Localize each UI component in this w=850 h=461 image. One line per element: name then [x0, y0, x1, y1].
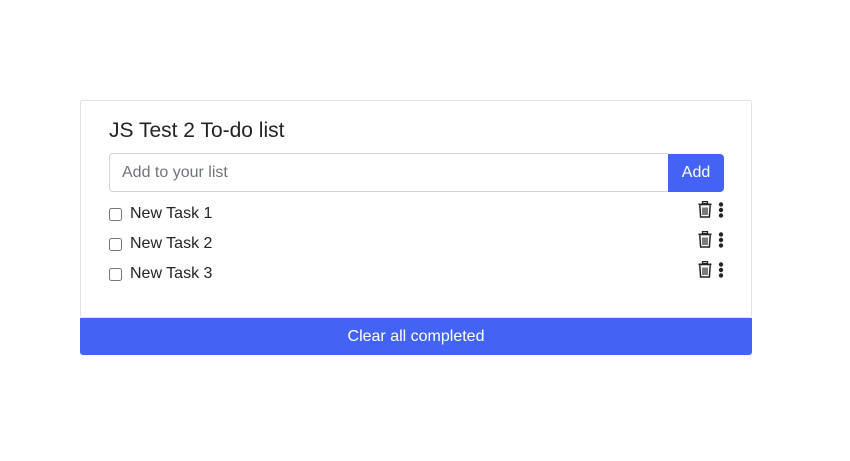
task-actions: [698, 261, 724, 278]
task-checkbox[interactable]: [109, 207, 122, 221]
more-vertical-icon[interactable]: [718, 261, 724, 278]
task-item: New Task 3: [109, 259, 724, 289]
task-item: New Task 2: [109, 229, 724, 259]
task-checkbox[interactable]: [109, 237, 122, 251]
task-checkbox[interactable]: [109, 267, 122, 281]
trash-icon[interactable]: [698, 201, 712, 218]
add-button[interactable]: Add: [668, 153, 724, 192]
clear-completed-button[interactable]: Clear all completed: [80, 318, 752, 355]
task-actions: [698, 231, 724, 248]
trash-icon[interactable]: [698, 231, 712, 248]
page-title: JS Test 2 To-do list: [109, 119, 285, 142]
more-vertical-icon[interactable]: [718, 201, 724, 218]
task-actions: [698, 201, 724, 218]
task-list: New Task 1 New Task 2 New Task 3: [109, 199, 724, 289]
task-input[interactable]: [109, 153, 668, 192]
task-label: New Task 3: [130, 265, 213, 282]
task-item: New Task 1: [109, 199, 724, 229]
task-label: New Task 1: [130, 205, 213, 222]
task-label: New Task 2: [130, 235, 213, 252]
more-vertical-icon[interactable]: [718, 231, 724, 248]
add-task-form: Add: [109, 153, 724, 192]
todo-card: JS Test 2 To-do list Add New Task 1: [80, 100, 752, 318]
trash-icon[interactable]: [698, 261, 712, 278]
